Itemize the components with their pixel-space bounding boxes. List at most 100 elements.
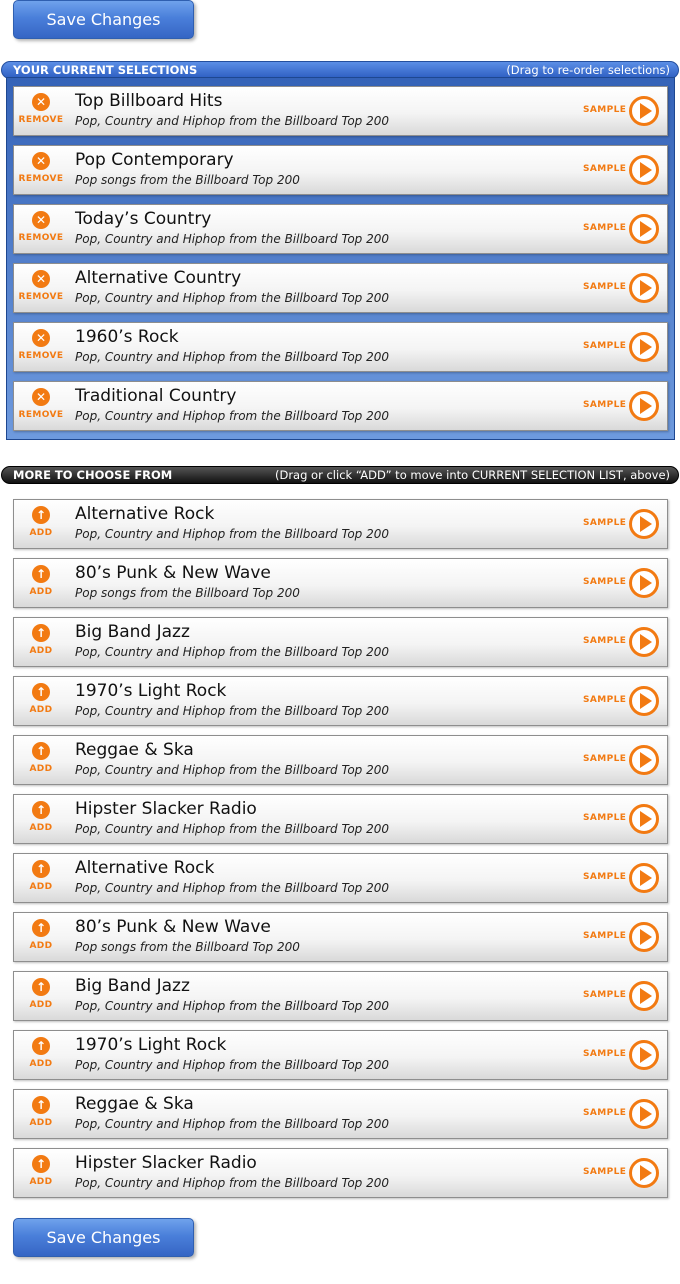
more-to-choose-title: MORE TO CHOOSE FROM bbox=[13, 468, 173, 482]
play-circle-icon[interactable] bbox=[629, 273, 659, 303]
station-description: Pop, Country and Hiphop from the Billboa… bbox=[75, 999, 390, 1013]
play-circle-icon[interactable] bbox=[629, 922, 659, 952]
sample-label[interactable]: SAMPLE bbox=[583, 518, 626, 528]
play-circle-icon[interactable] bbox=[629, 981, 659, 1011]
play-circle-icon[interactable] bbox=[629, 96, 659, 126]
station-row[interactable]: ✕ REMOVE Today’s Country Pop, Country and H… bbox=[13, 204, 668, 254]
station-row[interactable]: ↑ ADD 80’s Punk & New Wave Pop songs from t… bbox=[13, 558, 668, 608]
action-label: ADD bbox=[29, 646, 53, 656]
sample-label[interactable]: SAMPLE bbox=[583, 695, 626, 705]
sample-label[interactable]: SAMPLE bbox=[583, 1167, 626, 1177]
add-button[interactable]: ↑ ADD bbox=[18, 683, 64, 723]
sample-label[interactable]: SAMPLE bbox=[583, 813, 626, 823]
sample-label[interactable]: SAMPLE bbox=[583, 223, 626, 233]
station-row[interactable]: ✕ REMOVE Top Billboard Hits Pop, Country an… bbox=[13, 86, 668, 136]
remove-button[interactable]: ✕ REMOVE bbox=[18, 270, 64, 310]
play-circle-icon[interactable] bbox=[629, 745, 659, 775]
action-label: REMOVE bbox=[18, 174, 64, 184]
sample-label[interactable]: SAMPLE bbox=[583, 341, 626, 351]
save-changes-button-top[interactable]: Save Changes bbox=[13, 0, 194, 39]
sample-label[interactable]: SAMPLE bbox=[583, 400, 626, 410]
play-circle-icon[interactable] bbox=[629, 1158, 659, 1188]
play-triangle-icon bbox=[640, 811, 652, 827]
play-triangle-icon bbox=[640, 280, 652, 296]
station-row[interactable]: ↑ ADD Reggae & Ska Pop, Country and Hiphop … bbox=[13, 1089, 668, 1139]
add-circle-up-arrow-icon: ↑ bbox=[32, 860, 50, 878]
action-label: ADD bbox=[29, 882, 53, 892]
action-label: ADD bbox=[29, 764, 53, 774]
play-circle-icon[interactable] bbox=[629, 509, 659, 539]
station-row[interactable]: ↑ ADD Big Band Jazz Pop, Country and Hiphop… bbox=[13, 971, 668, 1021]
more-to-choose-hint: (Drag or click “ADD” to move into CURREN… bbox=[274, 468, 670, 482]
sample-label[interactable]: SAMPLE bbox=[583, 931, 626, 941]
add-button[interactable]: ↑ ADD bbox=[18, 1096, 64, 1136]
station-name: Hipster Slacker Radio bbox=[75, 799, 257, 819]
add-circle-up-arrow-icon: ↑ bbox=[32, 1037, 50, 1055]
play-circle-icon[interactable] bbox=[629, 155, 659, 185]
play-circle-icon[interactable] bbox=[629, 686, 659, 716]
play-circle-icon[interactable] bbox=[629, 214, 659, 244]
station-row[interactable]: ↑ ADD Alternative Rock Pop, Country and Hip… bbox=[13, 499, 668, 549]
play-circle-icon[interactable] bbox=[629, 332, 659, 362]
sample-label[interactable]: SAMPLE bbox=[583, 577, 626, 587]
add-button[interactable]: ↑ ADD bbox=[18, 801, 64, 841]
add-button[interactable]: ↑ ADD bbox=[18, 506, 64, 546]
station-row[interactable]: ↑ ADD Alternative Rock Pop, Country and Hip… bbox=[13, 853, 668, 903]
sample-label[interactable]: SAMPLE bbox=[583, 636, 626, 646]
station-row[interactable]: ✕ REMOVE Traditional Country Pop, Country a… bbox=[13, 381, 668, 431]
sample-label[interactable]: SAMPLE bbox=[583, 754, 626, 764]
station-row[interactable]: ↑ ADD 1970’s Light Rock Pop, Country and Hi… bbox=[13, 1030, 668, 1080]
play-circle-icon[interactable] bbox=[629, 1099, 659, 1129]
station-name: Reggae & Ska bbox=[75, 740, 194, 760]
add-button[interactable]: ↑ ADD bbox=[18, 919, 64, 959]
play-circle-icon[interactable] bbox=[629, 568, 659, 598]
sample-label[interactable]: SAMPLE bbox=[583, 872, 626, 882]
station-row[interactable]: ✕ REMOVE Alternative Country Pop, Country a… bbox=[13, 263, 668, 313]
station-description: Pop, Country and Hiphop from the Billboa… bbox=[75, 1058, 390, 1072]
remove-button[interactable]: ✕ REMOVE bbox=[18, 93, 64, 133]
add-button[interactable]: ↑ ADD bbox=[18, 860, 64, 900]
station-row[interactable]: ↑ ADD Hipster Slacker Radio Pop, Country an… bbox=[13, 1148, 668, 1198]
remove-button[interactable]: ✕ REMOVE bbox=[18, 211, 64, 251]
station-row[interactable]: ↑ ADD Hipster Slacker Radio Pop, Country an… bbox=[13, 794, 668, 844]
add-button[interactable]: ↑ ADD bbox=[18, 978, 64, 1018]
add-button[interactable]: ↑ ADD bbox=[18, 1155, 64, 1195]
station-row[interactable]: ↑ ADD 80’s Punk & New Wave Pop songs from t… bbox=[13, 912, 668, 962]
remove-button[interactable]: ✕ REMOVE bbox=[18, 329, 64, 369]
save-changes-button-bottom[interactable]: Save Changes bbox=[13, 1218, 194, 1257]
remove-button[interactable]: ✕ REMOVE bbox=[18, 152, 64, 192]
play-circle-icon[interactable] bbox=[629, 863, 659, 893]
station-row[interactable]: ↑ ADD Reggae & Ska Pop, Country and Hiphop … bbox=[13, 735, 668, 785]
add-button[interactable]: ↑ ADD bbox=[18, 624, 64, 664]
sample-label[interactable]: SAMPLE bbox=[583, 164, 626, 174]
action-label: REMOVE bbox=[18, 351, 64, 361]
add-button[interactable]: ↑ ADD bbox=[18, 565, 64, 605]
station-name: 1970’s Light Rock bbox=[75, 681, 227, 701]
action-label: ADD bbox=[29, 705, 53, 715]
station-row[interactable]: ✕ REMOVE 1960’s Rock Pop, Country and Hipho… bbox=[13, 322, 668, 372]
station-description: Pop, Country and Hiphop from the Billboa… bbox=[75, 114, 390, 128]
station-row[interactable]: ↑ ADD 1970’s Light Rock Pop, Country and Hi… bbox=[13, 676, 668, 726]
play-circle-icon[interactable] bbox=[629, 1040, 659, 1070]
play-circle-icon[interactable] bbox=[629, 391, 659, 421]
play-triangle-icon bbox=[640, 988, 652, 1004]
sample-label[interactable]: SAMPLE bbox=[583, 1049, 626, 1059]
action-label: ADD bbox=[29, 1118, 53, 1128]
add-button[interactable]: ↑ ADD bbox=[18, 1037, 64, 1077]
sample-label[interactable]: SAMPLE bbox=[583, 1108, 626, 1118]
station-name: Top Billboard Hits bbox=[75, 91, 223, 111]
action-label: ADD bbox=[29, 1000, 53, 1010]
station-description: Pop, Country and Hiphop from the Billboa… bbox=[75, 350, 390, 364]
station-description: Pop, Country and Hiphop from the Billboa… bbox=[75, 409, 390, 423]
add-button[interactable]: ↑ ADD bbox=[18, 742, 64, 782]
play-circle-icon[interactable] bbox=[629, 804, 659, 834]
station-description: Pop, Country and Hiphop from the Billboa… bbox=[75, 704, 390, 718]
sample-label[interactable]: SAMPLE bbox=[583, 990, 626, 1000]
station-row[interactable]: ✕ REMOVE Pop Contemporary Pop songs from th… bbox=[13, 145, 668, 195]
sample-label[interactable]: SAMPLE bbox=[583, 282, 626, 292]
remove-button[interactable]: ✕ REMOVE bbox=[18, 388, 64, 428]
station-row[interactable]: ↑ ADD Big Band Jazz Pop, Country and Hiphop… bbox=[13, 617, 668, 667]
play-circle-icon[interactable] bbox=[629, 627, 659, 657]
sample-label[interactable]: SAMPLE bbox=[583, 105, 626, 115]
action-label: ADD bbox=[29, 941, 53, 951]
